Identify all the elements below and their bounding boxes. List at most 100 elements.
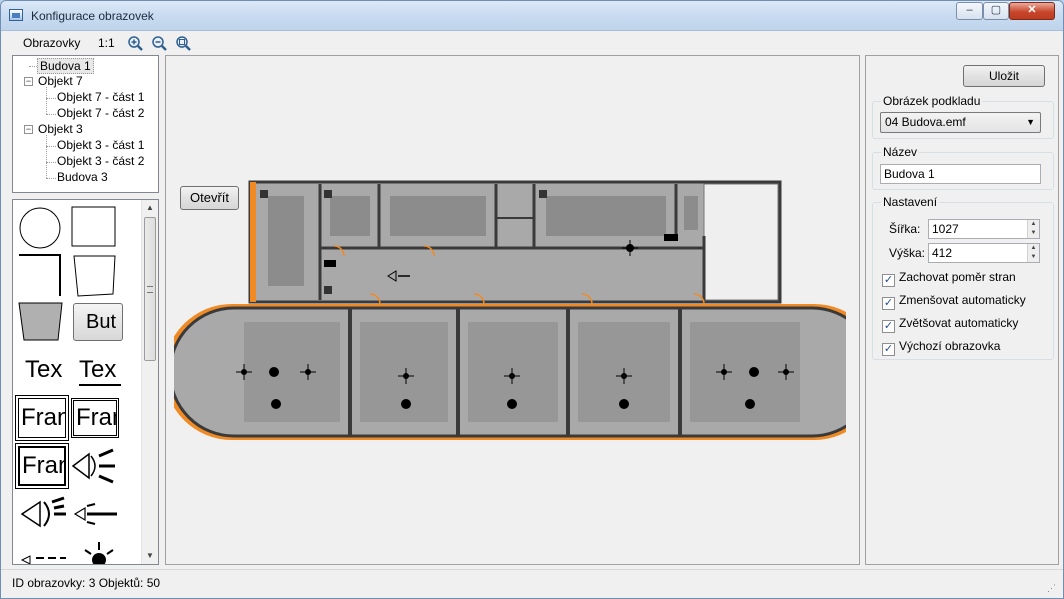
auto-shrink-checkbox[interactable]: ✓ Zmenšovat automaticky [882,293,1026,310]
light-icon[interactable] [619,399,629,409]
resize-grip-icon[interactable]: ⋰ [1047,583,1057,593]
floor-upper [248,180,782,304]
minimize-button[interactable]: – [956,2,983,20]
scroll-thumb[interactable] [144,217,156,361]
status-bar: ID obrazovky: 3 Objektů: 50 ⋰ [1,569,1063,598]
width-label: Šířka: [889,222,921,236]
palette-trapezoid-icon[interactable] [18,302,64,342]
tree-item-budova-1[interactable]: Budova 1 [37,58,94,74]
light-icon[interactable] [745,399,755,409]
speaker-icon[interactable] [260,190,268,198]
background-image-group: Obrázek podkladu 04 Budova.emf ▼ [872,94,1054,139]
speaker-icon[interactable] [539,190,547,198]
window-title: Konfigurace obrazovek [31,9,154,23]
auto-enlarge-checkbox[interactable]: ✓ Zvětšovat automaticky [882,316,1018,333]
screen-canvas[interactable]: Otevřít [165,55,860,565]
tree-item-objekt-3[interactable]: Objekt 3 [38,122,83,136]
speaker-icon[interactable] [324,286,332,294]
app-icon [9,9,23,21]
palette-light-icon[interactable] [79,540,119,565]
tree-item-objekt-3-cast-2[interactable]: Objekt 3 - část 2 [57,154,144,168]
tree-item-budova-3[interactable]: Budova 3 [57,170,108,184]
zoom-in-icon[interactable] [127,35,144,52]
tree-expander-objekt-3[interactable]: − [24,125,33,134]
palette-speaker-ear-icon[interactable] [18,496,68,532]
palette-rectangle-icon[interactable] [71,206,117,248]
palette-text-icon[interactable]: Tex [25,356,67,384]
width-spinner[interactable]: ▲ ▼ [1027,220,1039,238]
palette-frame-bold-icon[interactable]: Fran [15,443,69,489]
app-window: Konfigurace obrazovek – ▢ ✕ Obrazovky 1:… [0,0,1064,599]
tree-item-objekt-3-cast-1[interactable]: Objekt 3 - část 1 [57,138,144,152]
zoom-out-icon[interactable] [151,35,168,52]
menu-bar: Obrazovky 1:1 [5,32,1059,54]
height-input[interactable]: 412 ▲ ▼ [928,243,1040,263]
camera-icon[interactable] [664,234,678,241]
maximize-button[interactable]: ▢ [983,2,1009,20]
tree-connector [46,146,56,147]
palette-button-icon[interactable]: But [73,303,123,341]
palette-text-underline-icon[interactable]: Tex [79,356,121,386]
light-icon[interactable] [269,367,279,377]
default-screen-label: Výchozí obrazovka [899,339,1001,353]
wall-accent [250,182,256,302]
tree-connector [46,178,56,179]
status-text: ID obrazovky: 3 Objektů: 50 [12,576,161,590]
settings-group: Nastavení Šířka: 1027 ▲ ▼ Výška: 412 ▲ ▼ ✓… [872,195,1054,360]
object-palette[interactable]: But Tex Tex Fran Fran Fran [12,199,159,565]
background-image-select[interactable]: 04 Budova.emf ▼ [880,112,1041,133]
title-bar[interactable]: Konfigurace obrazovek – ▢ ✕ [1,1,1063,31]
palette-circle-icon[interactable] [18,206,62,250]
menu-scale-1-1[interactable]: 1:1 [94,35,119,51]
close-button[interactable]: ✕ [1009,2,1055,20]
checkbox-checked-icon[interactable]: ✓ [882,274,895,287]
auto-shrink-label: Zmenšovat automaticky [899,293,1026,307]
checkbox-checked-icon[interactable]: ✓ [882,343,895,356]
tree-expander-objekt-7[interactable]: − [24,77,33,86]
name-group: Název Budova 1 [872,145,1054,190]
tree-item-objekt-7[interactable]: Objekt 7 [38,74,83,88]
floor-plan[interactable] [174,176,846,448]
checkbox-checked-icon[interactable]: ✓ [882,320,895,333]
width-value: 1027 [932,222,959,236]
name-label: Název [881,145,920,159]
checkbox-checked-icon[interactable]: ✓ [882,297,895,310]
palette-frame-double-icon[interactable]: Fran [71,398,119,438]
height-spinner[interactable]: ▲ ▼ [1027,244,1039,262]
palette-quadrilateral-icon[interactable] [71,254,117,298]
keep-ratio-label: Zachovat poměr stran [899,270,1016,284]
light-icon[interactable] [271,399,281,409]
light-icon[interactable] [749,367,759,377]
save-button[interactable]: Uložit [963,65,1045,87]
palette-speaker-lines-icon[interactable] [71,500,119,528]
width-input[interactable]: 1027 ▲ ▼ [928,219,1040,239]
height-value: 412 [932,246,953,260]
zoom-fit-icon[interactable] [175,35,192,52]
background-image-value: 04 Budova.emf [885,115,966,129]
palette-corner-icon[interactable] [18,254,62,298]
screen-tree[interactable]: Budova 1 − Objekt 7 Objekt 7 - část 1 Ob… [12,55,159,193]
keep-ratio-checkbox[interactable]: ✓ Zachovat poměr stran [882,270,1016,287]
default-screen-checkbox[interactable]: ✓ Výchozí obrazovka [882,339,1000,356]
name-input[interactable]: Budova 1 [880,164,1041,184]
tree-connector [46,162,56,163]
chevron-down-icon: ▼ [1026,117,1035,127]
tree-connector [46,87,47,114]
tree-connector [46,98,56,99]
tree-connector [46,135,47,178]
palette-speaker-small-icon[interactable] [18,544,68,564]
tree-item-objekt-7-cast-2[interactable]: Objekt 7 - část 2 [57,106,144,120]
tree-connector [46,114,56,115]
palette-speaker-icon[interactable] [69,448,119,484]
palette-frame-icon[interactable]: Fran [15,395,69,441]
speaker-icon[interactable] [324,190,332,198]
light-icon[interactable] [401,399,411,409]
scroll-up-icon[interactable]: ▲ [142,200,158,216]
background-image-label: Obrázek podkladu [881,94,983,108]
light-icon[interactable] [507,399,517,409]
tree-item-objekt-7-cast-1[interactable]: Objekt 7 - část 1 [57,90,144,104]
menu-screens[interactable]: Obrazovky [19,35,84,51]
scroll-down-icon[interactable]: ▼ [142,548,158,564]
palette-scrollbar[interactable]: ▲ ▼ [141,200,158,564]
camera-icon[interactable] [324,260,336,267]
